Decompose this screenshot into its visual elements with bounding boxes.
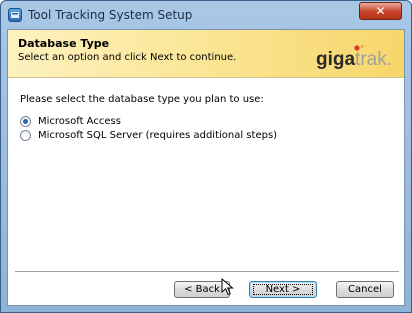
wizard-client-area: Database Type Select an option and click… [7,29,405,306]
footer-divider [15,271,399,273]
cancel-button[interactable]: Cancel [336,281,394,298]
radio-microsoft-access[interactable] [20,115,31,127]
mouse-pointer-icon [221,278,234,296]
gigatrak-logo: gigatrak. [316,50,392,69]
logo-light-text: trak. [355,49,392,70]
logo-strong-text: giga [315,49,356,70]
option-label: Microsoft SQL Server (requires additiona… [38,129,278,141]
option-microsoft-access[interactable]: Microsoft Access [20,114,121,128]
database-prompt: Please select the database type you plan… [20,94,264,105]
option-label: Microsoft Access [38,115,121,127]
radio-sql-server[interactable] [20,129,31,141]
setup-window: Tool Tracking System Setup ✕ Database Ty… [0,0,412,313]
option-sql-server[interactable]: Microsoft SQL Server (requires additiona… [20,128,277,142]
wizard-header: Database Type Select an option and click… [8,30,404,78]
page-title: Database Type [18,37,110,50]
close-button[interactable]: ✕ [359,2,402,20]
setup-app-icon [8,8,22,22]
next-button[interactable]: Next > [249,281,317,298]
title-bar[interactable]: Tool Tracking System Setup ✕ [1,1,411,29]
window-title: Tool Tracking System Setup [28,8,193,22]
page-subtitle: Select an option and click Next to conti… [18,52,237,63]
